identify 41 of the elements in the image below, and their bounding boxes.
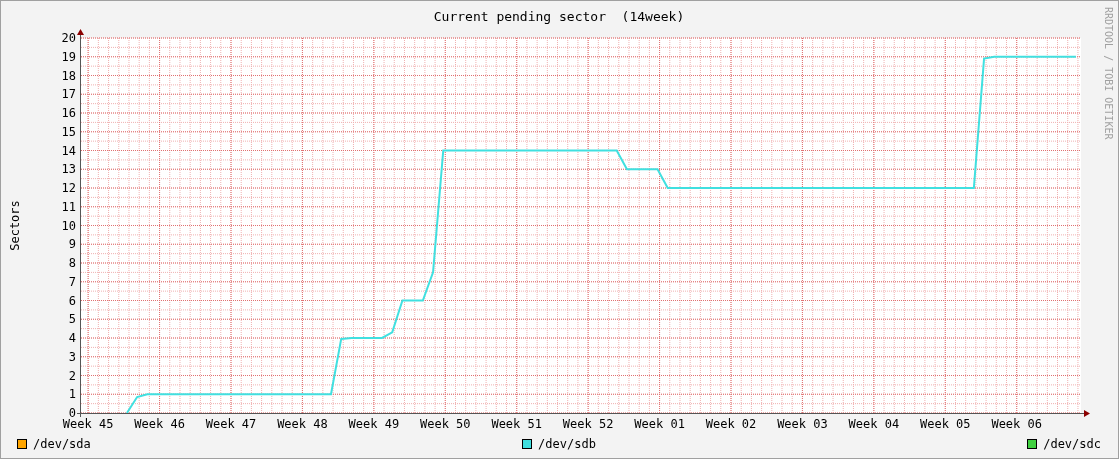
- axis-tick-label: 15: [61, 124, 76, 139]
- axis-tick-label: Week 02: [705, 417, 757, 431]
- axis-tick-label: 14: [61, 143, 76, 158]
- axis-tick-label: Week 51: [491, 417, 542, 431]
- axis-tick-label: 12: [61, 181, 76, 195]
- axis-tick-label: Week 49: [348, 417, 400, 431]
- axis-tick-label: 20: [61, 31, 76, 45]
- axis-tick-label: 16: [61, 106, 76, 120]
- axis-tick-label: Week 05: [920, 417, 971, 431]
- axis-tick-label: Week 52: [562, 417, 614, 431]
- axis-tick-label: Week 45: [62, 417, 114, 431]
- axis-tick-label: 8: [68, 256, 76, 270]
- legend-label: /dev/sdc: [1043, 437, 1101, 451]
- axis-tick-label: 10: [61, 218, 76, 233]
- axis-tick-label: 17: [61, 87, 76, 102]
- axis-tick-label: Week 06: [991, 417, 1042, 431]
- credit-text: RRDTOOL / TOBI OETIKER: [1103, 7, 1114, 140]
- axis-tick-label: 18: [61, 68, 76, 83]
- axis-tick-label: 19: [61, 49, 76, 64]
- axis-tick-label: 11: [61, 199, 76, 214]
- axis-tick-label: Week 47: [205, 417, 257, 431]
- axis-tick-label: 5: [68, 312, 76, 327]
- axis-tick-label: Week 04: [848, 417, 900, 431]
- axis-tick-label: 6: [68, 293, 76, 308]
- axis-tick-label: Week 48: [277, 417, 328, 431]
- axis-tick-label: Week 01: [634, 417, 685, 431]
- axis-tick-label: 9: [68, 237, 76, 252]
- axis-title: Sectors: [8, 200, 22, 251]
- axis-tick-label: 13: [61, 162, 76, 177]
- legend-label: /dev/sda: [33, 437, 91, 451]
- chart-title: Current pending sector (14week): [433, 9, 685, 24]
- axis-tick-label: Week 46: [134, 417, 185, 431]
- axis-tick-label: 2: [68, 368, 76, 383]
- axis-tick-label: Week 50: [420, 417, 471, 431]
- axis-tick-label: 0: [68, 406, 76, 420]
- axis-tick-label: 3: [68, 349, 76, 364]
- axis-tick-label: 4: [68, 331, 76, 345]
- axis-tick-label: Week 03: [777, 417, 828, 431]
- axis-tick-label: 1: [68, 387, 76, 402]
- axis-tick-label: 7: [68, 274, 76, 289]
- legend-label: /dev/sdb: [538, 437, 596, 451]
